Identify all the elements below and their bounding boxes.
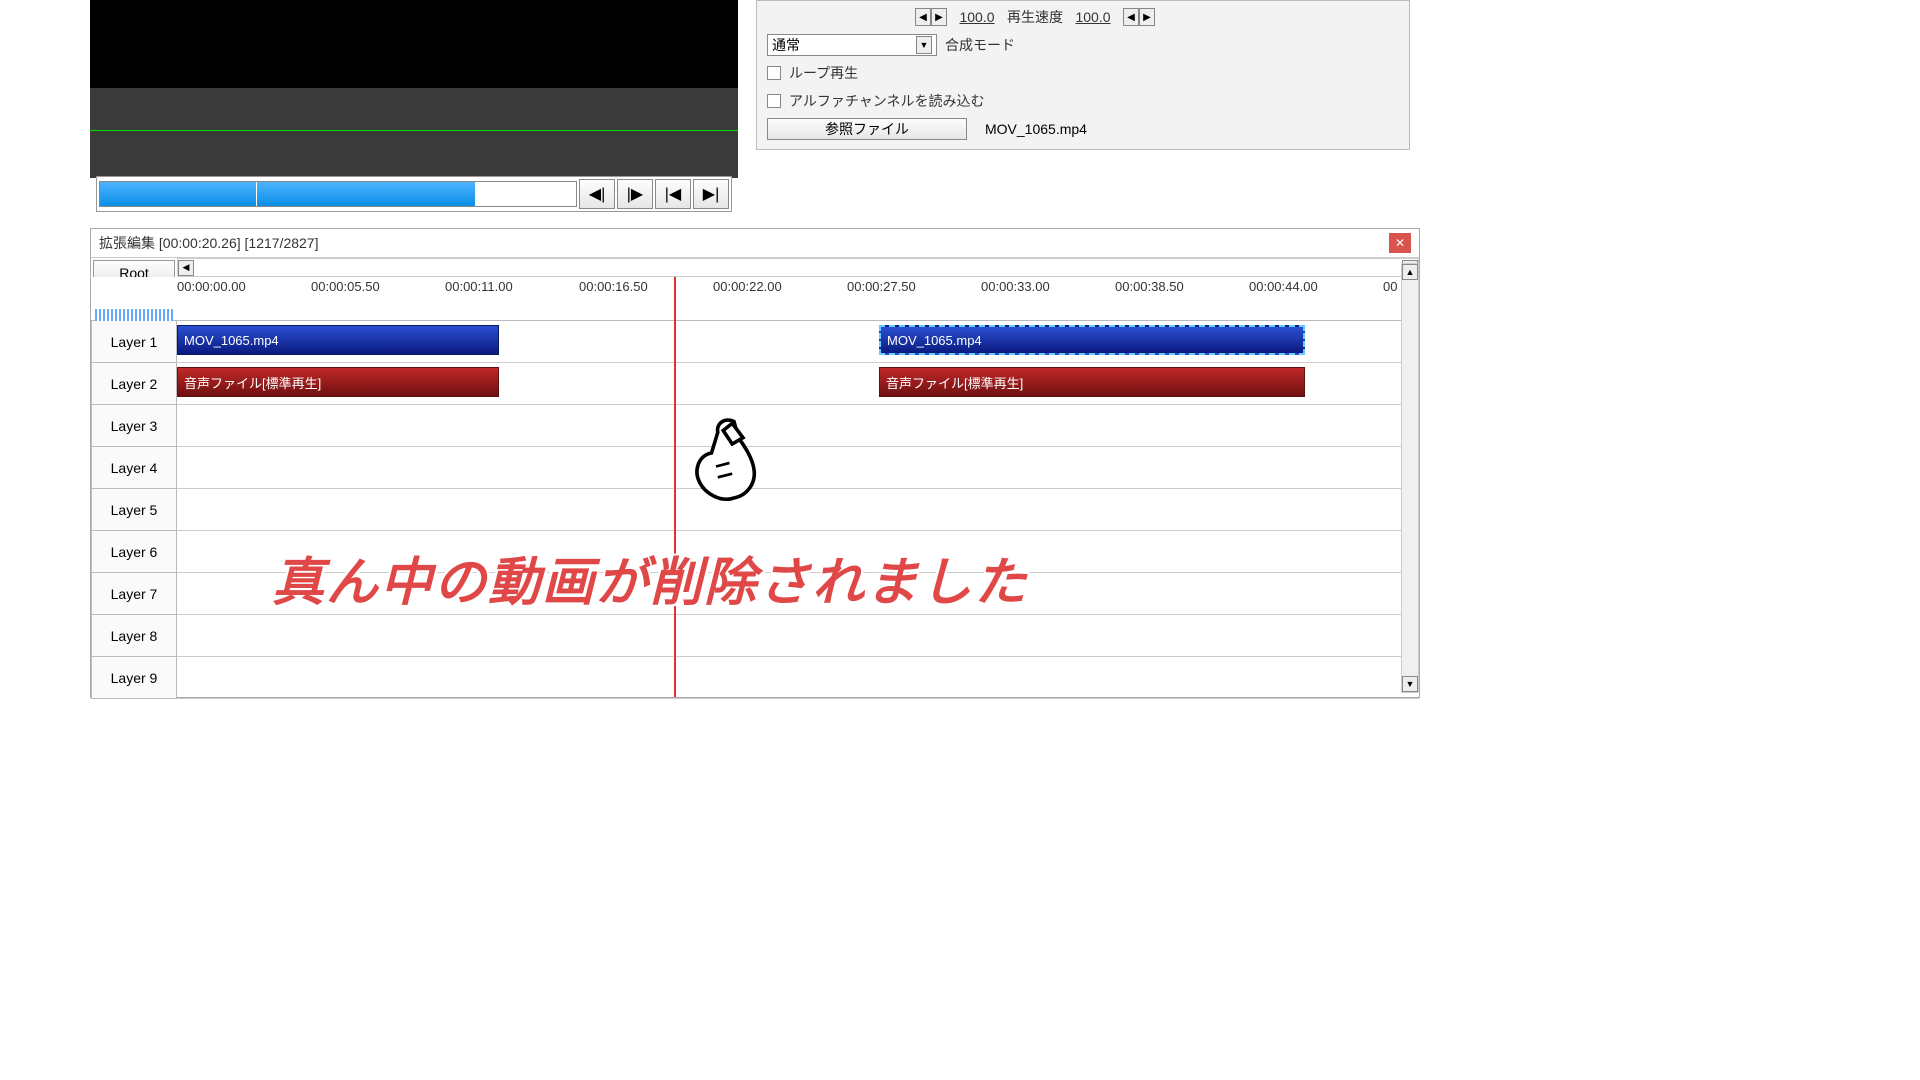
track-row[interactable] (177, 405, 1419, 447)
properties-panel: ◀ ▶ 100.0 再生速度 100.0 ◀ ▶ 通常 ▼ 合成モード ループ再… (756, 0, 1410, 150)
step-back-button[interactable]: ◀| (579, 179, 615, 209)
blend-mode-combo[interactable]: 通常 ▼ (767, 34, 937, 56)
layer-label[interactable]: Layer 7 (91, 573, 177, 615)
timeline-h-scrollbar[interactable]: ◀ ▶ (177, 258, 1419, 277)
preview-guideline (90, 130, 738, 131)
ruler-corner (91, 277, 177, 321)
value1-stepper[interactable]: ◀ ▶ (915, 8, 947, 26)
ruler-tick: 00:00:27.50 (847, 279, 916, 294)
go-end-button[interactable]: ▶| (693, 179, 729, 209)
step-right-icon[interactable]: ▶ (1139, 8, 1155, 26)
track-row[interactable]: MOV_1065.mp4 MOV_1065.mp4 (177, 321, 1419, 363)
audio-clip[interactable]: 音声ファイル[標準再生] (879, 367, 1305, 397)
ruler-tick: 00:00:33.00 (981, 279, 1050, 294)
time-ruler[interactable]: 00:00:00.00 00:00:05.50 00:00:11.00 00:0… (177, 277, 1419, 321)
blend-mode-label: 合成モード (945, 35, 1015, 55)
ruler-tick: 00:00:11.00 (445, 279, 513, 294)
track-row[interactable] (177, 447, 1419, 489)
value2-stepper[interactable]: ◀ ▶ (1123, 8, 1155, 26)
ruler-tick: 00:00:05.50 (311, 279, 380, 294)
step-right-icon[interactable]: ▶ (931, 8, 947, 26)
timeline-panel: 拡張編集 [00:00:20.26] [1217/2827] ✕ Root ◀ … (90, 228, 1420, 698)
ruler-tick: 00:00:00.00 (177, 279, 246, 294)
layer-label[interactable]: Layer 9 (91, 657, 177, 699)
scroll-left-icon[interactable]: ◀ (178, 260, 194, 276)
ruler-tick: 00:00:44.00 (1249, 279, 1318, 294)
playhead[interactable] (674, 277, 676, 697)
layer-column: Layer 1 Layer 2 Layer 3 Layer 4 Layer 5 … (91, 277, 177, 699)
track-row[interactable] (177, 573, 1419, 615)
zoom-ruler[interactable] (95, 309, 173, 321)
preview-video-area (90, 0, 738, 88)
timeline-v-scrollbar[interactable]: ▲ ▼ (1401, 263, 1419, 693)
timeline-title-text: 拡張編集 [00:00:20.26] [1217/2827] (99, 233, 318, 253)
step-left-icon[interactable]: ◀ (915, 8, 931, 26)
transport-bar: ◀| |▶ |◀ ▶| (96, 176, 732, 212)
alpha-label: アルファチャンネルを読み込む (789, 91, 984, 111)
audio-clip[interactable]: 音声ファイル[標準再生] (177, 367, 499, 397)
seek-bar[interactable] (99, 181, 577, 207)
close-button[interactable]: ✕ (1389, 233, 1411, 253)
video-clip[interactable]: MOV_1065.mp4 (177, 325, 499, 355)
ruler-tick: 00 (1383, 279, 1397, 294)
video-clip-selected[interactable]: MOV_1065.mp4 (879, 325, 1305, 355)
loop-label: ループ再生 (789, 63, 858, 83)
preview-strip (90, 88, 738, 178)
layer-label[interactable]: Layer 3 (91, 405, 177, 447)
layer-label[interactable]: Layer 1 (91, 321, 177, 363)
tracks-area[interactable]: 00:00:00.00 00:00:05.50 00:00:11.00 00:0… (177, 277, 1419, 699)
layer-label[interactable]: Layer 2 (91, 363, 177, 405)
ruler-tick: 00:00:22.00 (713, 279, 782, 294)
ruler-tick: 00:00:16.50 (579, 279, 648, 294)
seek-segment (257, 182, 476, 206)
step-fwd-button[interactable]: |▶ (617, 179, 653, 209)
layer-label[interactable]: Layer 6 (91, 531, 177, 573)
scroll-down-icon[interactable]: ▼ (1402, 676, 1418, 692)
close-icon: ✕ (1395, 236, 1405, 250)
layer-label[interactable]: Layer 5 (91, 489, 177, 531)
layer-label[interactable]: Layer 4 (91, 447, 177, 489)
scroll-up-icon[interactable]: ▲ (1402, 264, 1418, 280)
reference-file-value: MOV_1065.mp4 (985, 121, 1087, 137)
track-row[interactable] (177, 531, 1419, 573)
track-row[interactable]: 音声ファイル[標準再生] 音声ファイル[標準再生] (177, 363, 1419, 405)
track-row[interactable] (177, 489, 1419, 531)
timeline-titlebar: 拡張編集 [00:00:20.26] [1217/2827] ✕ (91, 229, 1419, 257)
step-left-icon[interactable]: ◀ (1123, 8, 1139, 26)
go-start-button[interactable]: |◀ (655, 179, 691, 209)
value2-field[interactable]: 100.0 (1071, 9, 1115, 25)
loop-checkbox[interactable] (767, 66, 781, 80)
track-row[interactable] (177, 657, 1419, 699)
value1-field[interactable]: 100.0 (955, 9, 999, 25)
track-row[interactable] (177, 615, 1419, 657)
speed-label: 再生速度 (1007, 7, 1063, 27)
alpha-checkbox[interactable] (767, 94, 781, 108)
ruler-tick: 00:00:38.50 (1115, 279, 1184, 294)
reference-file-button[interactable]: 参照ファイル (767, 118, 967, 140)
blend-mode-value: 通常 (772, 35, 800, 55)
seek-segment (100, 182, 257, 206)
chevron-down-icon: ▼ (916, 36, 932, 54)
layer-label[interactable]: Layer 8 (91, 615, 177, 657)
